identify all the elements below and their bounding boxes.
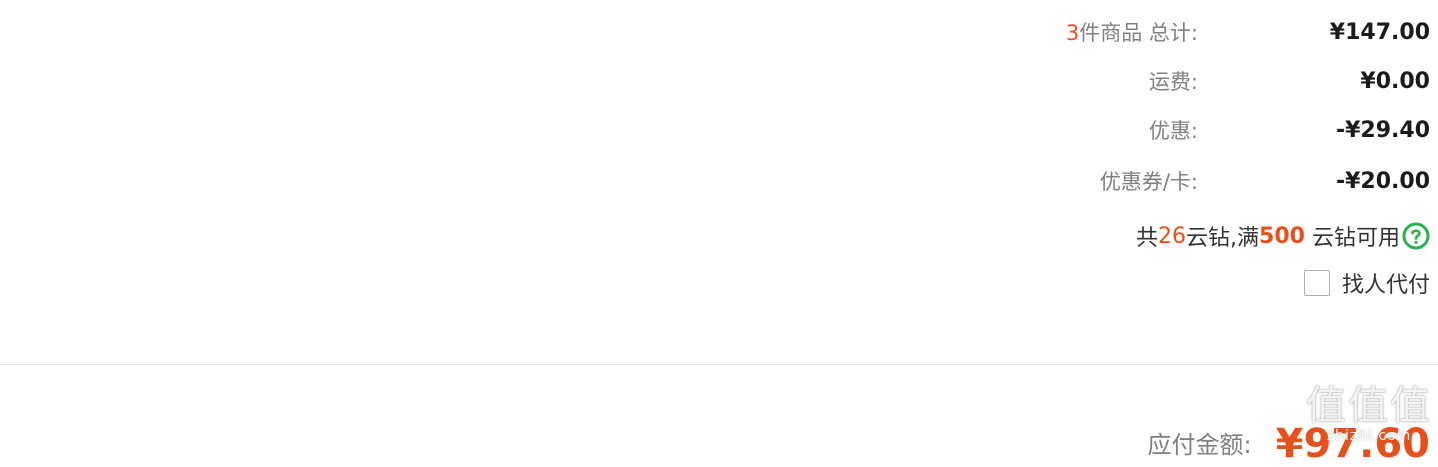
cloud-diamond-info: 共 26 云钻,满 500 云钻可用: [1136, 216, 1430, 256]
paid-by-other-checkbox[interactable]: [1303, 270, 1330, 296]
amount-due-value: ¥97.60: [1275, 421, 1430, 467]
discount-row: 优惠: -¥29.40: [830, 110, 1430, 150]
coins-suffix: 云钻可用: [1311, 226, 1400, 251]
question-circle-icon[interactable]: [1402, 222, 1430, 250]
paid-by-other-label: 找人代付: [1341, 273, 1430, 298]
shipping-label: 运费:: [1148, 70, 1198, 94]
amount-due-label: 应付金额:: [1147, 431, 1252, 459]
coins-prefix: 共: [1136, 226, 1159, 251]
items-total-label: 3件商品 总计:: [840, 17, 1240, 47]
coins-middle: 云钻,满: [1186, 226, 1260, 251]
coupon-value: -¥20.00: [1335, 168, 1430, 194]
discount-label: 优惠:: [1148, 119, 1198, 143]
coins-threshold: 500: [1259, 223, 1305, 249]
items-total-text: 件商品 总计:: [1079, 21, 1198, 45]
item-count: 3: [1065, 21, 1080, 45]
coupon-label: 优惠券/卡:: [1099, 170, 1198, 194]
shipping-value: ¥0.00: [1360, 68, 1430, 94]
shipping-row: 运费: ¥0.00: [830, 61, 1430, 101]
section-divider: [0, 364, 1438, 365]
items-total-value: ¥147.00: [1329, 19, 1430, 45]
coins-count: 26: [1158, 223, 1187, 249]
coupon-row: 优惠券/卡: -¥20.00: [830, 161, 1430, 201]
paid-by-other-option[interactable]: 找人代付: [1303, 263, 1430, 303]
items-total-row: 3件商品 总计: ¥147.00: [830, 12, 1430, 52]
discount-value: -¥29.40: [1335, 117, 1430, 143]
amount-due-row: 应付金额: ¥97.60: [1148, 408, 1430, 466]
